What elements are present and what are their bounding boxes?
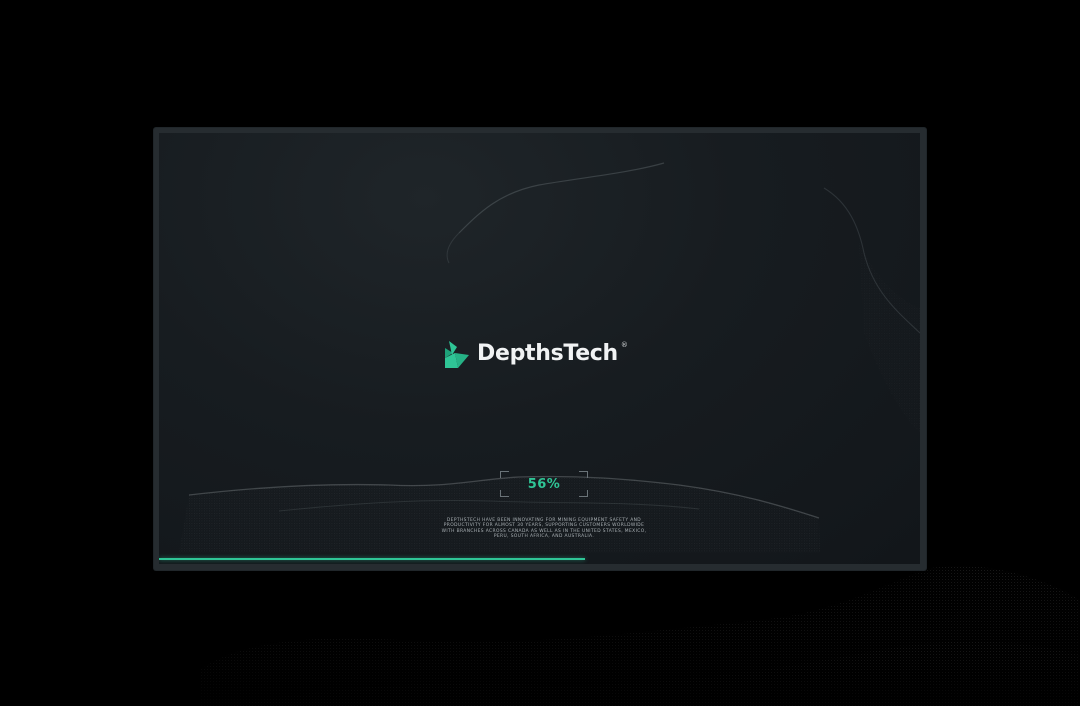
progress-indicator: 56% — [500, 471, 588, 497]
progress-percentage: 56% — [527, 476, 561, 492]
brand-name: DepthsTech — [477, 341, 618, 366]
depthstech-logo-icon — [445, 340, 469, 368]
company-description: DEPTHSTECH HAVE BEEN INNOVATING FOR MINI… — [441, 518, 647, 540]
brand-logo: DepthsTech ® — [445, 339, 628, 369]
progress-bar — [159, 558, 920, 560]
stage: DepthsTech ® 56% DEPTHSTECH HAVE BEEN IN… — [0, 0, 1080, 706]
progress-bar-fill — [159, 558, 586, 560]
monitor-frame: DepthsTech ® 56% DEPTHSTECH HAVE BEEN IN… — [154, 128, 926, 570]
loading-screen: DepthsTech ® 56% DEPTHSTECH HAVE BEEN IN… — [159, 133, 920, 564]
registered-mark: ® — [620, 341, 628, 349]
